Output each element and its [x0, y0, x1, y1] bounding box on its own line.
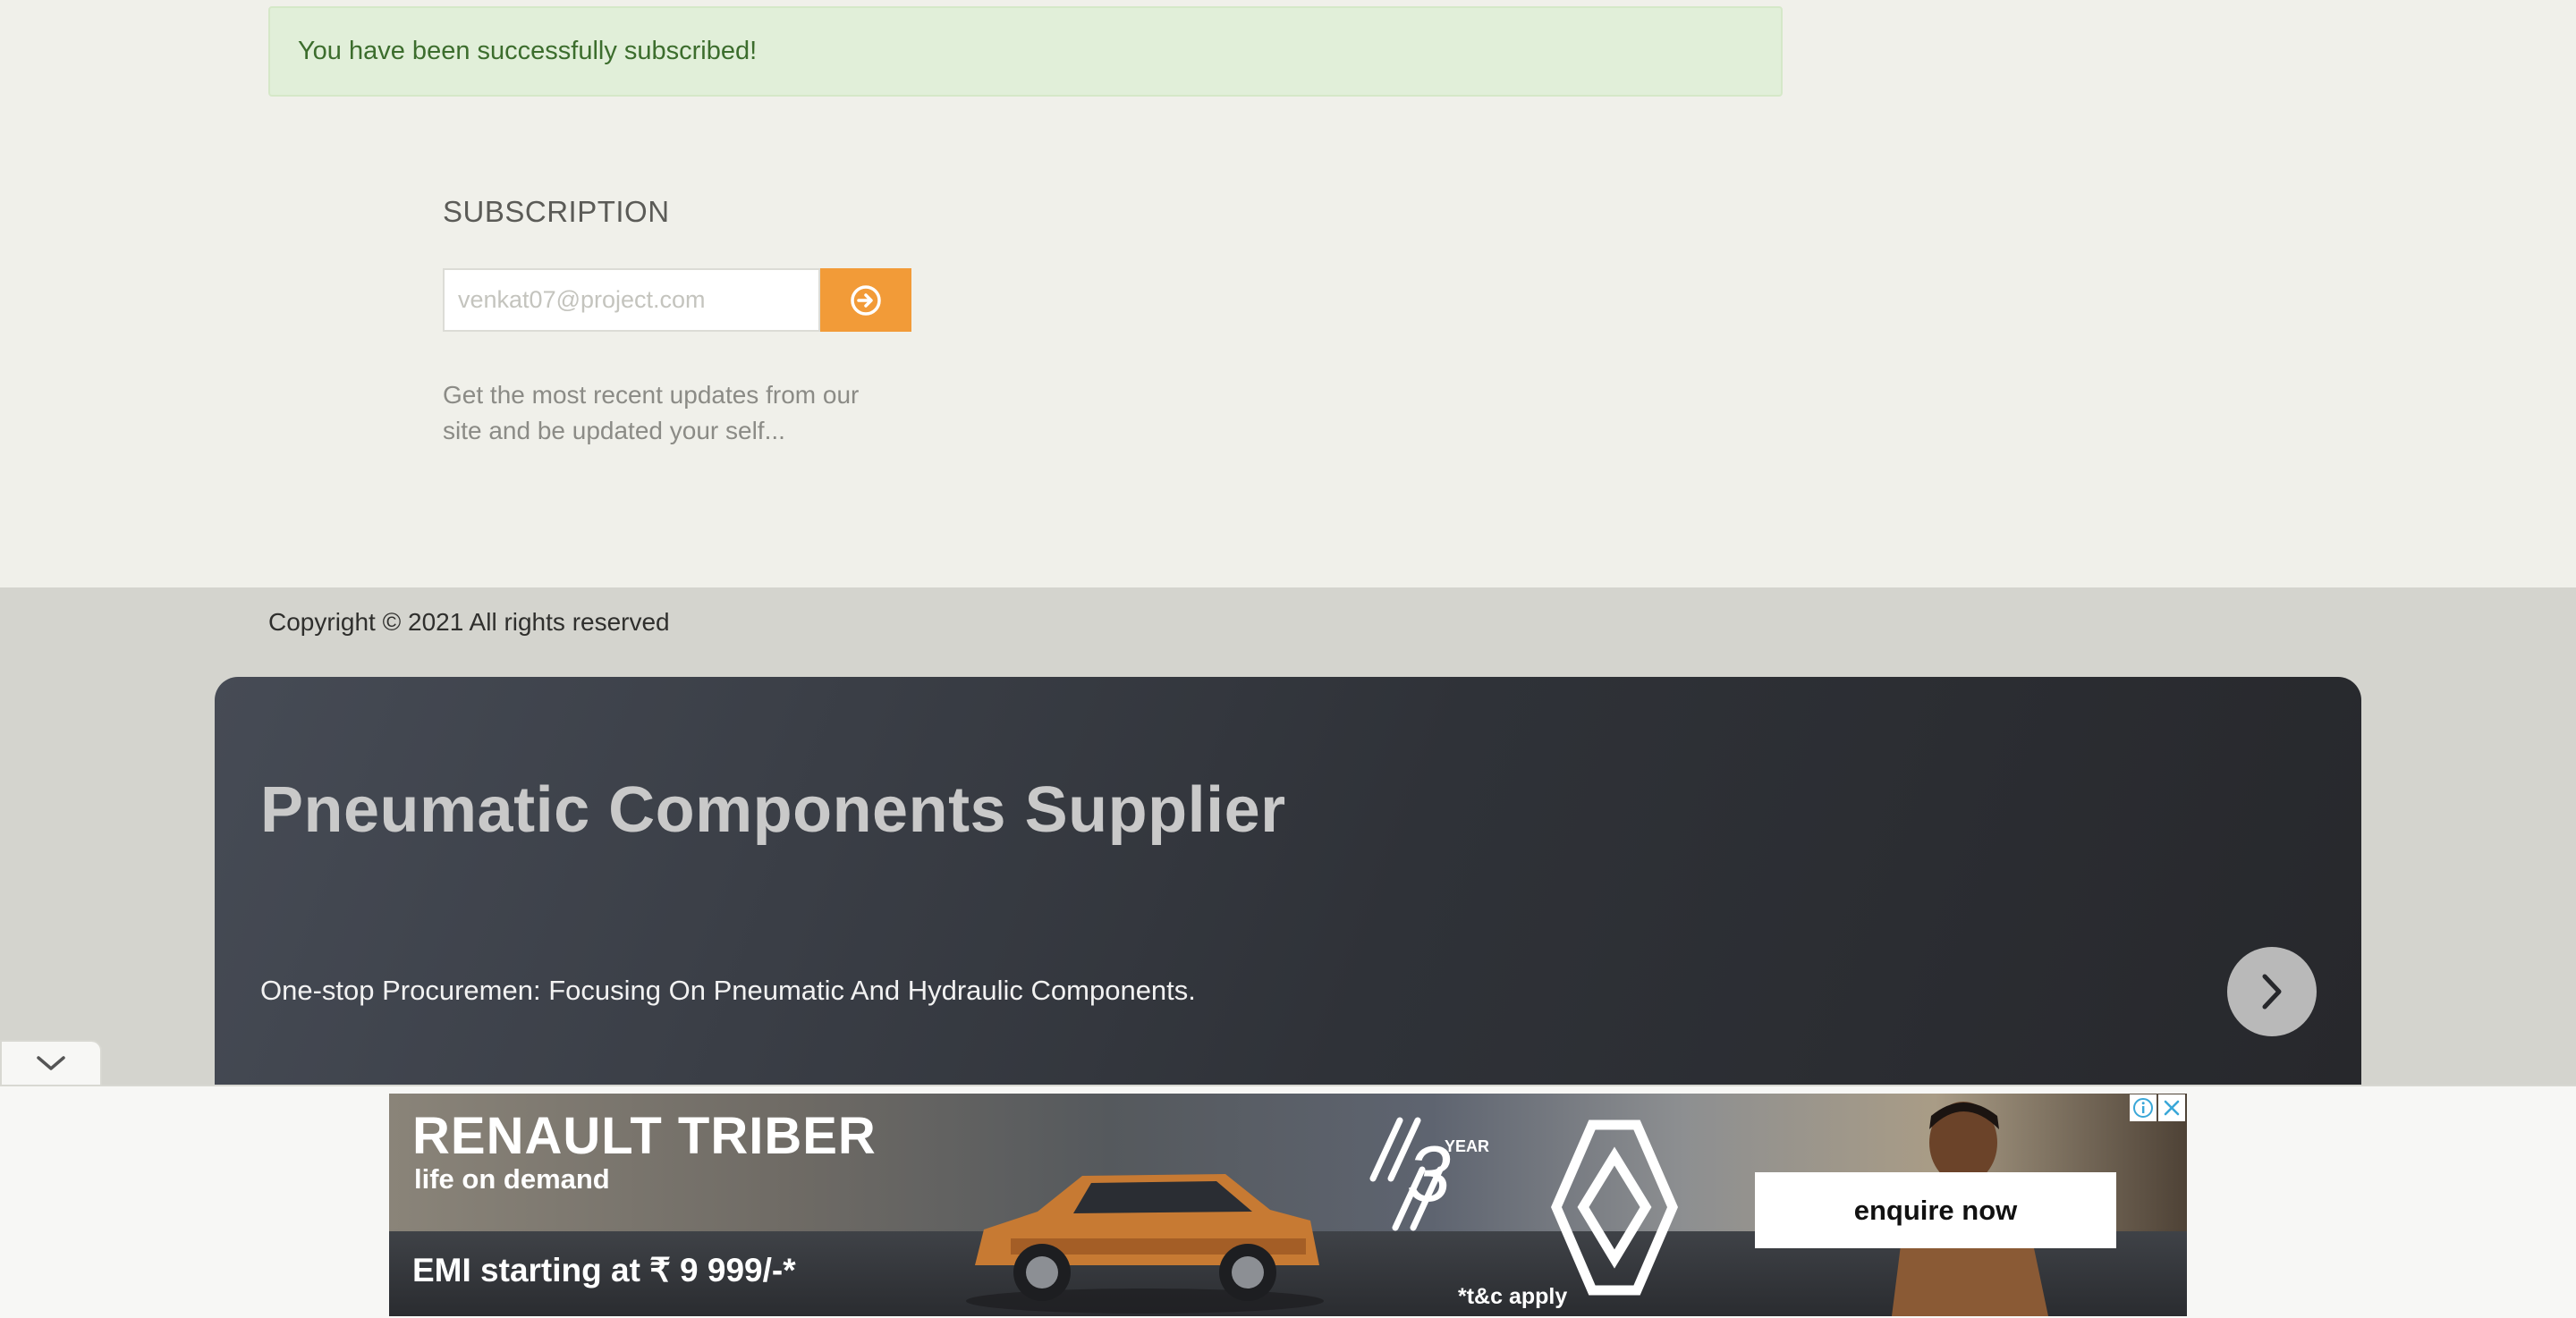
promo-banner[interactable]: Pneumatic Components Supplier One-stop P…	[215, 677, 2361, 1085]
ad-terms: *t&c apply	[1458, 1284, 1568, 1309]
ad-tagline: life on demand	[414, 1163, 610, 1195]
renault-logo-icon	[1551, 1119, 1678, 1296]
ad-brand: RENAULT TRIBER	[412, 1107, 877, 1165]
copyright-text: Copyright © 2021 All rights reserved	[268, 608, 670, 636]
ad-info-button[interactable]	[2130, 1094, 2157, 1121]
arrow-circle-right-icon	[851, 284, 881, 316]
banner-next-button[interactable]	[2227, 947, 2317, 1036]
success-alert: You have been successfully subscribed!	[268, 6, 1783, 97]
banner-title: Pneumatic Components Supplier	[260, 774, 1286, 846]
warranty-badge: 3 YEAR	[1369, 1117, 1489, 1231]
subscribe-button[interactable]	[820, 268, 911, 332]
advertisement[interactable]: RENAULT TRIBER life on demand EMI starti…	[389, 1094, 2187, 1316]
banner-subtitle: One-stop Procuremen: Focusing On Pneumat…	[260, 975, 1196, 1006]
chevron-down-icon	[37, 1056, 65, 1070]
success-alert-message: You have been successfully subscribed!	[298, 37, 758, 65]
ad-close-button[interactable]	[2158, 1094, 2185, 1121]
ad-emi-text: EMI starting at ₹ 9 999/-*	[412, 1252, 796, 1288]
info-icon	[2133, 1098, 2153, 1118]
warranty-label: YEAR	[1445, 1137, 1489, 1155]
email-field[interactable]	[443, 268, 820, 332]
car-image	[966, 1174, 1324, 1314]
chevron-right-icon	[2262, 974, 2282, 1010]
subscription-description: Get the most recent updates from our sit…	[443, 381, 860, 444]
enquire-now-button[interactable]: enquire now	[1755, 1172, 2116, 1248]
close-icon	[2164, 1100, 2180, 1116]
subscription-title: SUBSCRIPTION	[443, 195, 670, 228]
ad-toggle-button[interactable]	[0, 1040, 102, 1085]
